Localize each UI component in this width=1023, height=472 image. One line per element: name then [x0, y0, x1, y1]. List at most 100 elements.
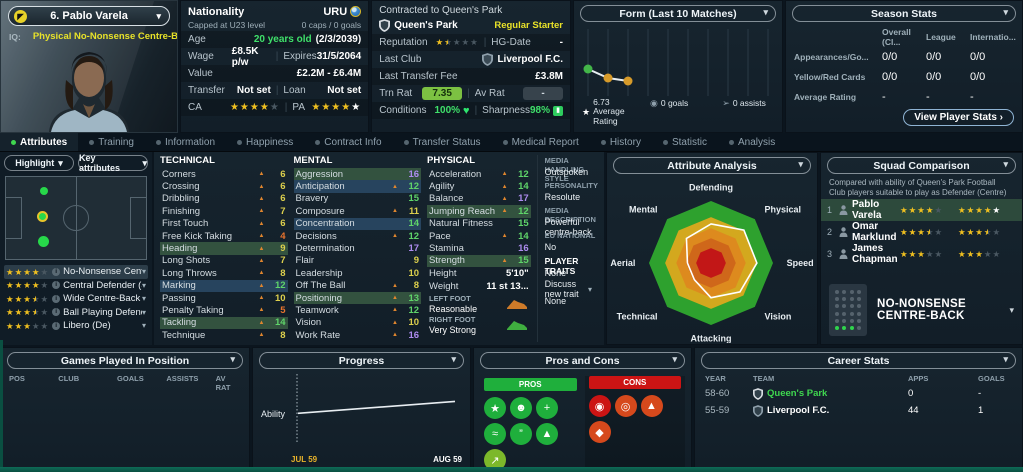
attribute-row: Leadership 10 [295, 267, 420, 279]
sharpness-label: Sharpness [482, 105, 530, 116]
games-column-header: CLUB [58, 374, 80, 383]
games-played-title: Games Played In Position [60, 354, 190, 367]
star-icon: ★ [321, 101, 331, 113]
svg-text:Speed: Speed [787, 258, 814, 268]
training-rating-value: 7.35 [422, 87, 463, 100]
value-amount: £2.2M - £6.4M [296, 68, 362, 79]
attribute-analysis-dropdown[interactable]: Attribute Analysis ▾ [613, 157, 811, 174]
person-icon [839, 205, 848, 215]
attribute-row: Teamwork ▲ 12 [295, 304, 420, 316]
conditions-value: 100% [434, 105, 461, 116]
chevron-down-icon[interactable]: ▾ [1009, 305, 1014, 316]
attribute-analysis-title: Attribute Analysis [667, 159, 757, 172]
attribute-row: Acceleration ▲ 12 [429, 168, 529, 180]
tab-transfer-status[interactable]: Transfer Status [393, 133, 492, 151]
transfer-row: Transfer Not set | Loan Not set [181, 82, 368, 99]
iq-label: IQ: [9, 31, 21, 42]
tab-attributes[interactable]: Attributes [0, 133, 79, 151]
tab-dot-icon [662, 139, 668, 145]
star-icon: ★ [40, 307, 49, 317]
wage-value: £8.5K p/w [231, 45, 259, 68]
ability-row: CA ★ ★ ★ ★ ★ | PA ★ ★ ★ ★ ★ [181, 99, 369, 116]
mental-column: MENTAL Aggression 16 Anticipation ▲ 12 Braver… [293, 155, 422, 342]
star-icon: ★ ★ [31, 307, 40, 317]
flask-icon: ◆ [588, 421, 611, 443]
last-club-name[interactable]: Liverpool F.C. [497, 54, 563, 65]
role-suitability-list: ★★★★★iNo-Nonsense Centre...▾★★★★★iCentra… [4, 265, 148, 333]
season-stats-dropdown[interactable]: Season Stats ▾ [792, 5, 1016, 22]
attribute-row: Stamina 16 [429, 243, 529, 255]
role-suitability-item[interactable]: ★★★★★iCentral Defender (St)▾ [4, 279, 148, 293]
form-panel-dropdown[interactable]: Form (Last 10 Matches) ▾ [580, 5, 776, 22]
tab-history[interactable]: History [590, 133, 652, 151]
star-icon: ★ [31, 280, 40, 290]
season-stats-row: Average Rating - - - [794, 91, 974, 103]
role-suitability-item[interactable]: ★★★★★★iWide Centre-Back (D...▾ [4, 292, 148, 306]
bandage-icon: + [536, 397, 558, 419]
svg-text:Vision: Vision [764, 311, 791, 321]
progress-dropdown[interactable]: Progress ▾ [259, 352, 464, 369]
fee-row: Last Transfer Fee £3.8M [372, 68, 570, 85]
star-icon: ★ [6, 320, 14, 331]
games-played-dropdown[interactable]: Games Played In Position ▾ [7, 352, 243, 369]
attribute-row: Vision ▲ 10 [295, 317, 420, 329]
tab-analysis[interactable]: Analysis [718, 133, 786, 151]
attribute-change-icon: ▲ [258, 257, 265, 264]
attribute-change-icon: ▲ [258, 319, 265, 326]
star-icon: ★ [249, 101, 259, 113]
view-player-stats-button[interactable]: View Player Stats › [903, 109, 1014, 126]
fee-value: £3.8M [535, 71, 563, 82]
divider: | [483, 37, 487, 48]
discuss-new-trait-dropdown[interactable]: Discuss new trait ▾ [545, 279, 598, 299]
target-icon: ◎ [614, 395, 637, 417]
tab-dot-icon [89, 139, 95, 145]
chevron-down-icon: ▾ [142, 157, 147, 168]
role-summary-bar: NO-NONSENSE CENTRE-BACK ▾ [821, 280, 1022, 344]
tab-information[interactable]: Information [145, 133, 226, 151]
age-value: 20 years old [253, 34, 312, 45]
star-icon: ★ [900, 248, 908, 259]
squad-comparison-row[interactable]: 1 Pablo Varela ★ ★ ★ ★ ★ ★ ★ ★ ★ ★ [821, 199, 1022, 221]
tab-statistic[interactable]: Statistic [652, 133, 718, 151]
star-icon: ★ [6, 266, 14, 277]
attribute-change-icon: ▲ [258, 183, 265, 190]
highlight-dropdown[interactable]: Highlight ▾ [4, 155, 74, 171]
pitch-position-map[interactable] [5, 176, 147, 260]
star-icon: ★ [435, 37, 444, 48]
role-suitability-item[interactable]: ★ ★ ★ ★ ★ i Libero (De) ▾ [4, 319, 148, 333]
club-name[interactable]: Queen's Park [394, 20, 458, 31]
games-column-header: POS [9, 374, 25, 383]
squad-comparison-row[interactable]: 3 James Chapman ★ ★ ★ ★ ★ ★ ★ ★ ★ ★ [821, 243, 1022, 265]
tab-contract-info[interactable]: Contract Info [304, 133, 392, 151]
average-rating-text: 6.73 Average Rating [593, 96, 625, 127]
attribute-row: Crossing ▲ 6 [162, 181, 286, 193]
right-foot-row: RIGHT FOOT Very Strong [427, 314, 531, 335]
role-suitability-item[interactable]: ★★★★★★iBall Playing Defende...▾ [4, 306, 148, 320]
career-stats-dropdown[interactable]: Career Stats ▾ [701, 352, 1016, 369]
key-attributes-dropdown[interactable]: Key attributes ▾ [78, 153, 148, 173]
star-icon: ★ [983, 204, 992, 215]
tab-medical-report[interactable]: Medical Report [492, 133, 590, 151]
career-stats-row[interactable]: 55-59 Liverpool F.C. 44 1 [705, 402, 1012, 419]
squad-comparison-row[interactable]: 2 Omar Marklund ★ ★ ★ ★ ★ ★ ★ ★ ★ ★ ★ ★ [821, 221, 1022, 243]
info-icon: i [52, 267, 61, 276]
tab-training[interactable]: Training [78, 133, 145, 151]
tab-happiness[interactable]: Happiness [226, 133, 304, 151]
attribute-change-icon: ▲ [258, 245, 265, 252]
player-profile-screen: ◤ 6. Pablo Varela ▾ IQ: Physical No-Nons… [0, 0, 1023, 472]
chevron-down-icon: ▾ [1003, 354, 1008, 364]
career-stats-row[interactable]: 58-60 Queen's Park 0- [705, 385, 1012, 402]
star-icon: ★ [975, 204, 983, 215]
attribute-change-icon: ▲ [392, 332, 398, 339]
hg-date-label: HG-Date [491, 37, 531, 48]
player-name: 6. Pablo Varela [50, 10, 128, 22]
conditions-label: Conditions [379, 105, 427, 116]
pros-cons-dropdown[interactable]: Pros and Cons ▾ [480, 352, 685, 369]
player-name-dropdown[interactable]: ◤ 6. Pablo Varela ▾ [8, 6, 171, 26]
star-icon: ★ [934, 248, 943, 259]
squad-comparison-dropdown[interactable]: Squad Comparison ▾ [827, 157, 1016, 174]
role-suitability-item[interactable]: ★★★★★iNo-Nonsense Centre...▾ [4, 265, 148, 279]
mini-pitch-icon [829, 284, 867, 336]
chevron-down-icon: ▾ [230, 354, 235, 364]
media-section-header: PERSONALITY [544, 181, 598, 190]
